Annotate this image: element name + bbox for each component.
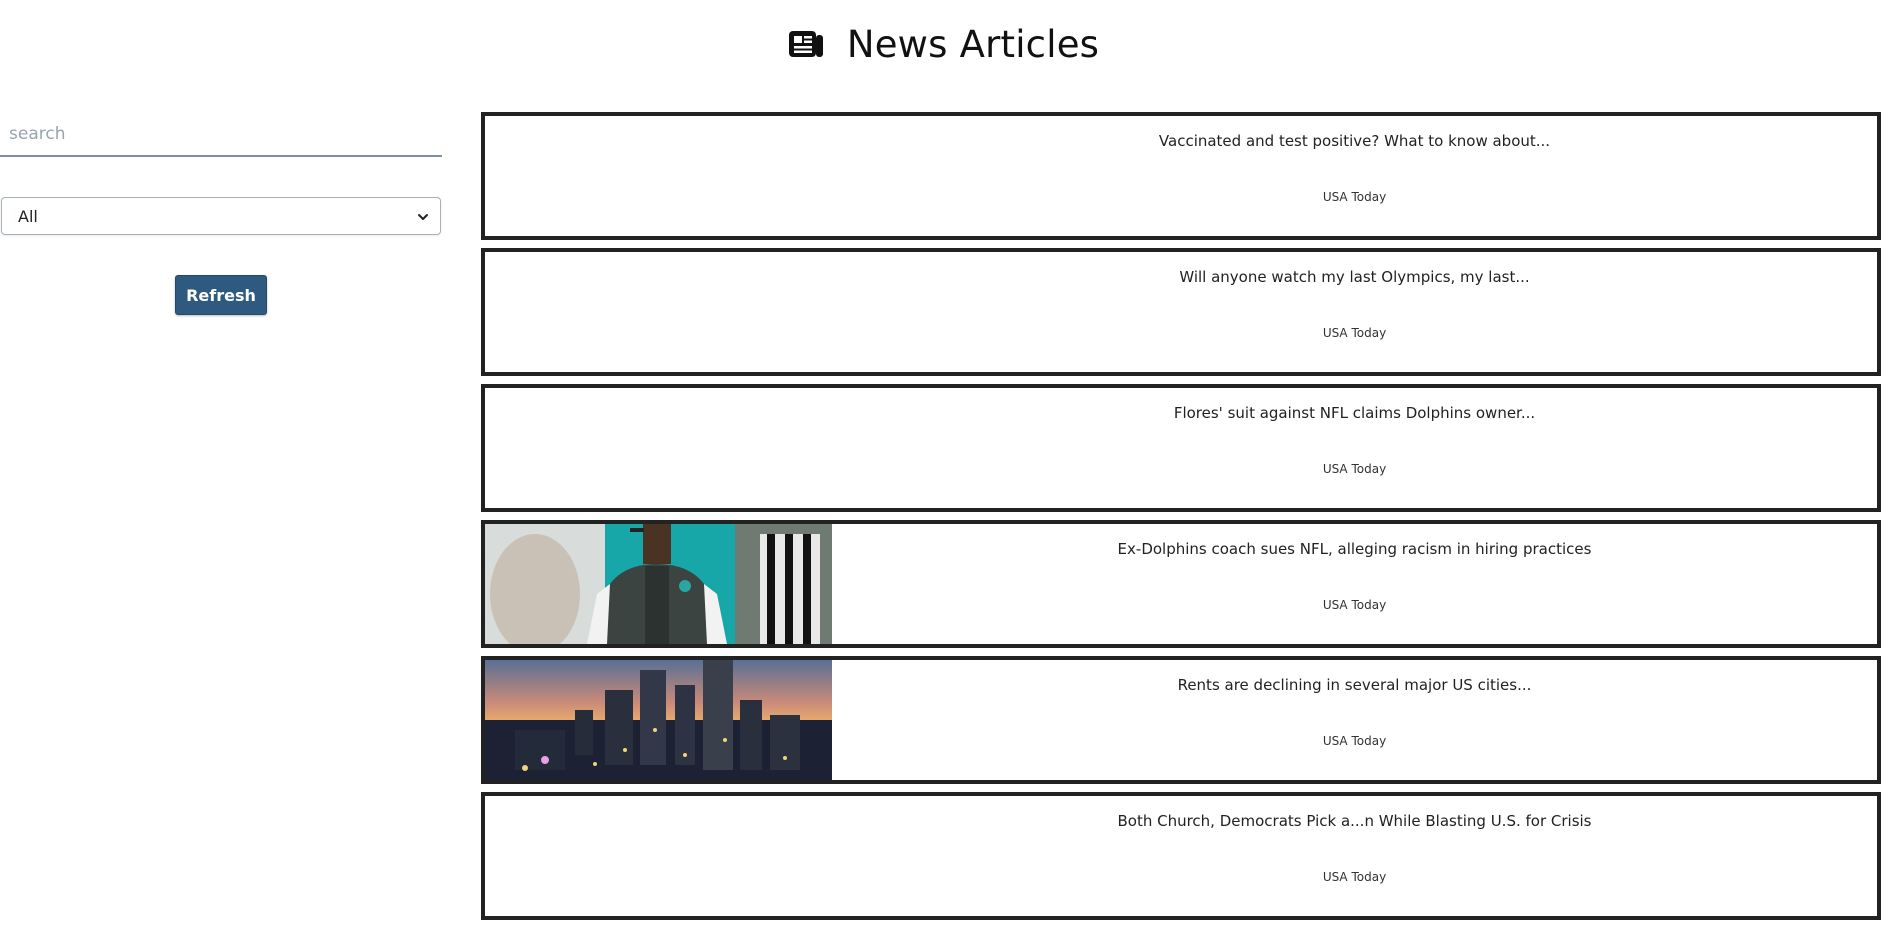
article-source: USA Today — [1322, 734, 1387, 748]
page-header: News Articles — [0, 0, 1888, 90]
article-title: Vaccinated and test positive? What to kn… — [1158, 132, 1551, 150]
article-source: USA Today — [1322, 870, 1387, 884]
category-select-value: All — [18, 206, 38, 226]
page-title: News Articles — [846, 22, 1100, 66]
category-select[interactable]: All — [1, 197, 441, 235]
article-card[interactable]: Vaccinated and test positive? What to kn… — [481, 112, 1881, 240]
article-card[interactable]: Rents are declining in several major US … — [481, 656, 1881, 784]
article-source: USA Today — [1322, 598, 1387, 612]
search-input[interactable] — [0, 112, 442, 157]
article-title: Flores' suit against NFL claims Dolphins… — [1173, 404, 1536, 422]
newspaper-icon — [788, 31, 823, 57]
article-card[interactable]: Ex-Dolphins coach sues NFL, alleging rac… — [481, 520, 1881, 648]
article-title: Will anyone watch my last Olympics, my l… — [1179, 268, 1530, 286]
article-source: USA Today — [1322, 326, 1387, 340]
article-card[interactable]: Both Church, Democrats Pick a...n While … — [481, 792, 1881, 920]
articles-list: Vaccinated and test positive? What to kn… — [481, 112, 1881, 928]
chevron-down-icon — [418, 214, 428, 220]
article-source: USA Today — [1322, 462, 1387, 476]
article-source: USA Today — [1322, 190, 1387, 204]
article-title: Ex-Dolphins coach sues NFL, alleging rac… — [1117, 540, 1592, 558]
article-title: Rents are declining in several major US … — [1177, 676, 1532, 694]
article-card[interactable]: Will anyone watch my last Olympics, my l… — [481, 248, 1881, 376]
article-card[interactable]: Flores' suit against NFL claims Dolphins… — [481, 384, 1881, 512]
refresh-button[interactable]: Refresh — [175, 275, 267, 315]
header-inner: News Articles — [788, 22, 1100, 66]
sidebar: All Refresh — [0, 112, 442, 315]
